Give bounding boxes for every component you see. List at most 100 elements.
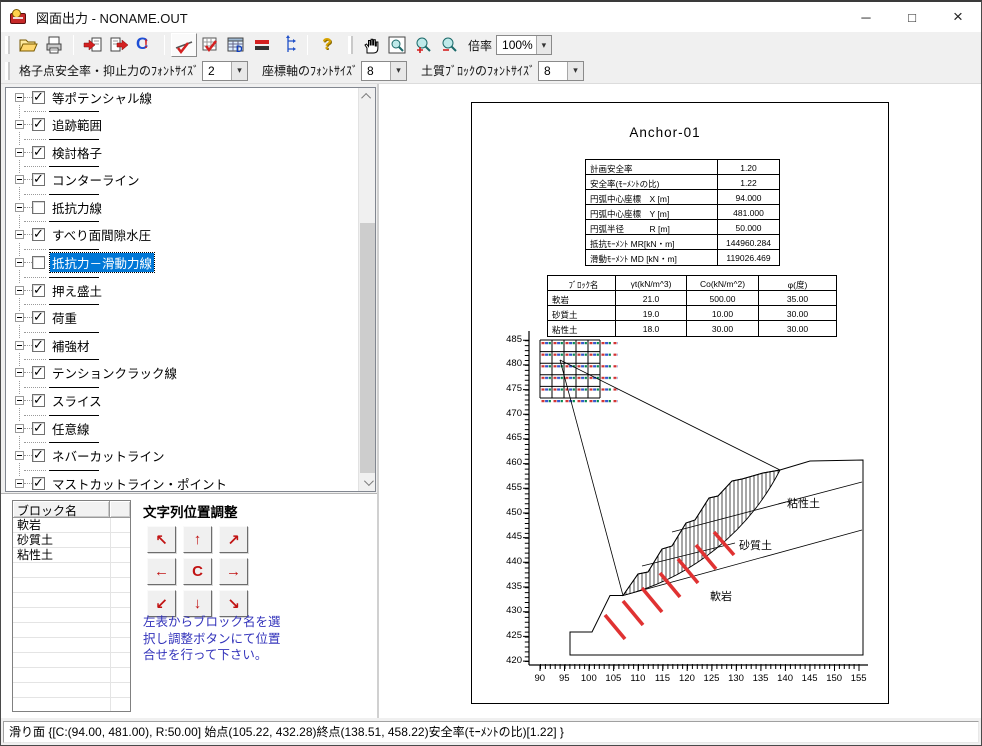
maximize-button[interactable]: □ [889,2,935,32]
tree-expander[interactable] [15,175,24,184]
tree-expander[interactable] [15,120,24,129]
layer-label[interactable]: 検討格子 [50,143,104,162]
print-preview-button[interactable] [41,33,67,57]
tree-expander[interactable] [15,479,24,488]
pan-hand-button[interactable] [358,33,384,57]
toggle-grid-check-button[interactable] [197,33,223,57]
adjust-arrow-button[interactable]: ↗ [219,526,248,553]
layer-label[interactable]: 等ポテンシャル線 [50,88,154,107]
layer-checkbox[interactable]: ✓ [32,146,45,159]
toggle-line-check-button[interactable] [171,33,197,57]
adjust-arrow-button[interactable]: ↘ [219,590,248,617]
axis-font-select[interactable]: 8 ▾ [361,61,407,81]
tree-item[interactable]: ✓ 補強材 [6,338,358,366]
layer-checkbox[interactable]: ✓ [32,311,45,324]
soil-font-select[interactable]: 8 ▾ [538,61,584,81]
import-button[interactable] [80,33,106,57]
data-table-button[interactable]: D [223,33,249,57]
layer-checkbox[interactable]: ✓ [32,201,45,214]
layer-checkbox[interactable]: ✓ [32,228,45,241]
layer-label[interactable]: 荷重 [50,308,79,327]
layer-checkbox[interactable]: ✓ [32,91,45,104]
block-row[interactable]: 砂質土 [13,533,130,548]
layer-label[interactable]: 補強材 [50,336,92,355]
layer-checkbox[interactable]: ✓ [32,284,45,297]
tree-item[interactable]: ✓ 押え盛土 [6,283,358,311]
scroll-down-button[interactable] [359,474,376,491]
tree-expander[interactable] [15,93,24,102]
layer-label[interactable]: テンションクラック線 [50,363,179,382]
tree-expander[interactable] [15,341,24,350]
dropdown-arrow-icon[interactable]: ▾ [231,62,247,80]
layer-checkbox[interactable]: ✓ [32,366,45,379]
tree-item[interactable]: ✓ マストカットライン・ポイント [6,476,358,492]
tree-expander[interactable] [15,451,24,460]
tree-expander[interactable] [15,368,24,377]
tree-expander[interactable] [15,148,24,157]
tree-item[interactable]: ✓ 追跡範囲 [6,118,358,146]
tree-expander[interactable] [15,313,24,322]
tree-item[interactable]: ✓ スライス [6,394,358,422]
tree-expander[interactable] [15,203,24,212]
tree-expander[interactable] [15,258,24,267]
tree-item[interactable]: ✓ 荷重 [6,311,358,339]
adjust-arrow-button[interactable]: → [219,558,248,585]
tree-item[interactable]: ✓ テンションクラック線 [6,366,358,394]
redraw-button[interactable]: C! [132,33,158,57]
tree-expander[interactable] [15,230,24,239]
layer-label[interactable]: スライス [50,391,104,410]
adjust-arrow-button[interactable]: ← [147,558,176,585]
adjust-arrow-button[interactable]: C [183,558,212,585]
tree-item[interactable]: ✓ 任意線 [6,421,358,449]
tree-item[interactable]: ✓ 抵抗力－滑動力線 [6,256,358,284]
scrollbar-thumb[interactable] [360,223,375,473]
scroll-up-button[interactable] [359,88,376,105]
layer-checkbox[interactable]: ✓ [32,256,45,269]
magnification-select[interactable]: 100% ▾ [496,35,552,55]
tree-item[interactable]: ✓ ネバーカットライン [6,449,358,477]
layer-label[interactable]: ネバーカットライン [50,446,167,465]
color-bars-button[interactable] [249,33,275,57]
layer-checkbox[interactable]: ✓ [32,449,45,462]
zoom-in-button[interactable] [410,33,436,57]
layer-checkbox[interactable]: ✓ [32,173,45,186]
layer-checkbox[interactable]: ✓ [32,477,45,490]
layer-label[interactable]: 任意線 [50,419,92,438]
tree-item[interactable]: ✓ 等ポテンシャル線 [6,90,358,118]
tree-expander[interactable] [15,286,24,295]
dropdown-arrow-icon[interactable]: ▾ [567,62,583,80]
layer-checkbox[interactable]: ✓ [32,394,45,407]
adjust-arrow-button[interactable]: ↑ [183,526,212,553]
tree-expander[interactable] [15,396,24,405]
dropdown-arrow-icon[interactable]: ▾ [390,62,406,80]
grid-font-select[interactable]: 2 ▾ [202,61,248,81]
layer-label[interactable]: コンターライン [50,170,142,189]
layer-checkbox[interactable]: ✓ [32,422,45,435]
adjust-arrow-button[interactable]: ↖ [147,526,176,553]
block-row[interactable]: 軟岩 [13,518,130,533]
tree-item[interactable]: ✓ 検討格子 [6,145,358,173]
block-row[interactable]: 粘性土 [13,548,130,563]
layer-label[interactable]: すべり面間隙水圧 [50,225,153,244]
tree-item[interactable]: ✓ すべり面間隙水圧 [6,228,358,256]
open-file-button[interactable] [15,33,41,57]
adjust-arrow-button[interactable]: ↙ [147,590,176,617]
zoom-window-button[interactable] [384,33,410,57]
tree-item[interactable]: ✓ 抵抗力線 [6,200,358,228]
adjust-arrow-button[interactable]: ↓ [183,590,212,617]
drawing-canvas[interactable]: 粘性土 砂質土 軟岩 Anchor-01 計画安全率 1.20 [379,84,982,718]
layer-label[interactable]: 抵抗力－滑動力線 [50,253,154,272]
layer-checkbox[interactable]: ✓ [32,339,45,352]
swap-branch-button[interactable] [275,33,301,57]
tree-scrollbar[interactable] [358,88,375,491]
export-button[interactable] [106,33,132,57]
layer-label[interactable]: マストカットライン・ポイント [50,474,229,492]
zoom-out-button[interactable] [436,33,462,57]
layer-label[interactable]: 追跡範囲 [50,115,104,134]
dropdown-arrow-icon[interactable]: ▾ [536,36,551,54]
tree-expander[interactable] [15,424,24,433]
close-button[interactable]: × [935,2,981,32]
layer-checkbox[interactable]: ✓ [32,118,45,131]
layer-label[interactable]: 抵抗力線 [50,198,104,217]
tree-item[interactable]: ✓ コンターライン [6,173,358,201]
